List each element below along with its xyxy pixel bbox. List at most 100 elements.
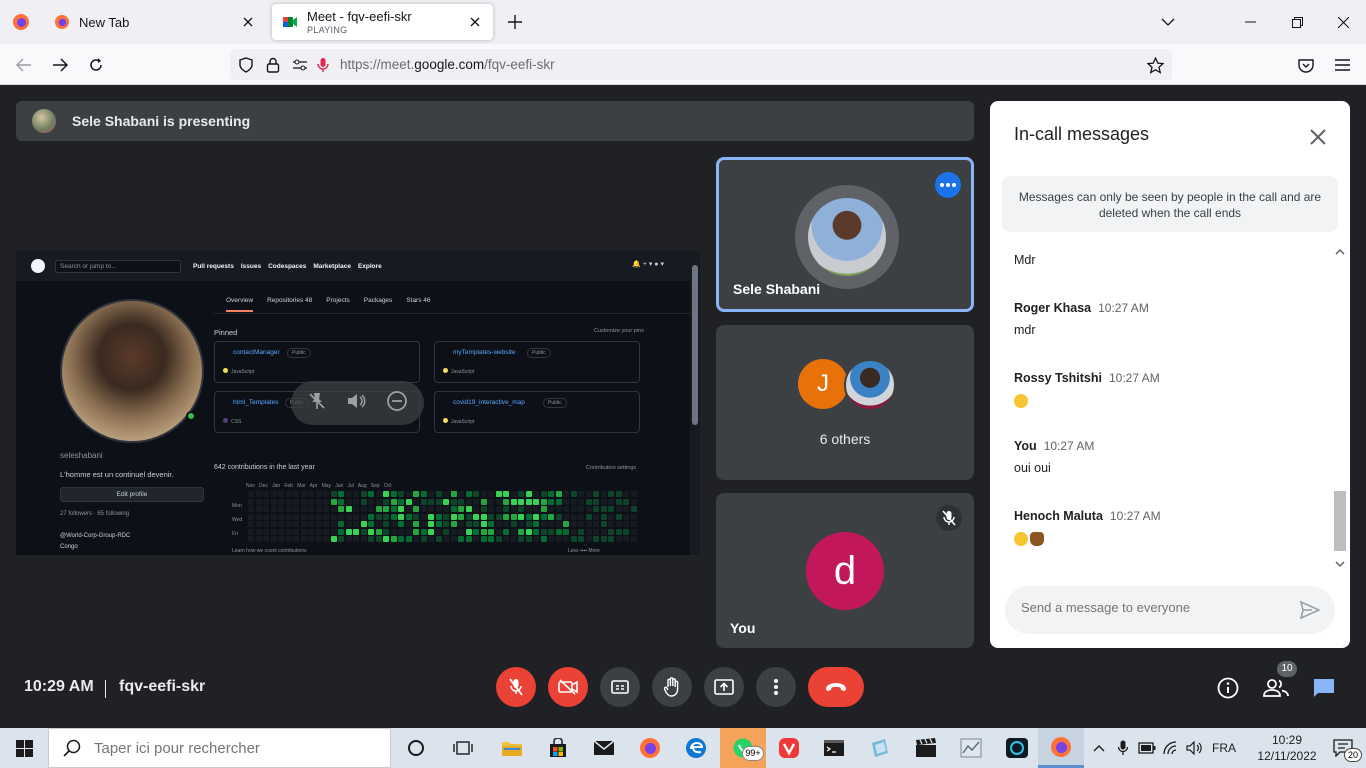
message: Mdr [1014,253,1036,267]
show-hidden-icons-chevron-icon[interactable] [1088,728,1110,768]
taskbar-search-input[interactable] [94,739,384,757]
message-input[interactable] [1021,600,1291,615]
volume-icon[interactable] [346,391,366,416]
minimize-button[interactable] [1238,10,1262,34]
contribution-cell [450,536,457,542]
contribution-cell [443,506,449,512]
send-icon[interactable] [1299,599,1321,621]
contribution-cell [555,521,562,527]
windows-start-icon[interactable] [0,728,48,768]
close-tab-icon[interactable] [240,14,256,30]
chat-icon[interactable] [1311,675,1337,701]
pin-off-icon[interactable] [307,391,327,416]
present-now-button[interactable] [704,667,744,707]
vivaldi-icon[interactable] [766,728,812,768]
video-editor-icon[interactable] [903,728,949,768]
remove-icon[interactable] [386,390,408,417]
contribution-cell [450,521,457,527]
hamburger-menu-icon[interactable] [1331,54,1353,76]
url-text[interactable]: https://meet.google.com/fqv-eefi-skr [340,57,555,72]
lock-icon[interactable] [264,56,282,74]
terminal-icon[interactable] [811,728,857,768]
message-input-box[interactable] [1005,586,1335,634]
shield-icon[interactable] [237,56,255,74]
contribution-cell [330,498,337,505]
meeting-details-icon[interactable] [1215,675,1241,701]
pocket-icon[interactable] [1295,54,1317,76]
contribution-cell [285,491,292,497]
taskbar-search[interactable] [48,728,391,768]
input-language[interactable]: FRA [1208,728,1240,768]
firefox-menu-icon[interactable] [0,0,42,44]
reload-icon[interactable] [85,54,107,76]
people-icon[interactable] [1263,675,1289,701]
firefox-active-taskbar-icon[interactable] [1038,728,1084,768]
contribution-cell [300,498,307,505]
participant-tile-presenter[interactable]: Sele Shabani [716,157,974,312]
contribution-cell [623,521,629,527]
participant-tile-self[interactable]: d You [716,493,974,648]
close-tab-icon[interactable] [467,14,483,30]
url-bar[interactable]: https://meet.google.com/fqv-eefi-skr [230,49,1172,80]
contribution-cell [540,513,547,520]
contribution-cell [563,521,569,527]
more-options-icon[interactable] [935,172,961,198]
message-list[interactable]: Mdr Roger Khasa 10:27 AM mdr Rossy Tshits… [990,241,1350,571]
gaming-app-icon[interactable] [994,728,1040,768]
task-view-icon[interactable] [440,728,486,768]
tab-list-chevron-icon[interactable] [1156,10,1180,34]
battery-icon[interactable] [1136,728,1158,768]
camera-toggle-button[interactable] [548,667,588,707]
contribution-cell [630,513,637,520]
chat-scrollbar[interactable] [1333,245,1346,573]
app-icon[interactable] [857,728,903,768]
mail-icon[interactable] [581,728,627,768]
github-bio: L'homme est un continuel devenir. [60,470,174,479]
tab-playing-label: PLAYING [307,25,348,35]
contribution-cell [495,521,502,527]
new-tab-button[interactable] [503,10,527,34]
mic-toggle-button[interactable] [496,667,536,707]
microsoft-store-icon[interactable] [535,728,581,768]
contribution-cell [390,506,397,512]
raise-hand-button[interactable] [652,667,692,707]
close-window-button[interactable] [1331,10,1355,34]
edge-icon[interactable] [673,728,719,768]
notifications-icon[interactable]: 20 [1320,728,1366,768]
permissions-icon[interactable] [291,56,309,74]
system-monitor-icon[interactable] [948,728,994,768]
contribution-cell [578,491,584,497]
more-options-button[interactable] [756,667,796,707]
github-nav-item: Pull requests [193,262,234,270]
restore-button[interactable] [1285,10,1309,34]
cortana-icon[interactable] [393,728,439,768]
forward-arrow-icon[interactable] [49,54,71,76]
contribution-cell [608,506,614,512]
contribution-cell [548,521,554,527]
firefox-taskbar-icon[interactable] [627,728,673,768]
taskbar-clock[interactable]: 10:29 12/11/2022 [1254,732,1320,764]
message-text: Mdr [1014,253,1036,267]
contribution-cell [263,536,269,542]
file-explorer-icon[interactable] [489,728,535,768]
microphone-active-icon[interactable] [314,56,332,74]
wifi-icon[interactable] [1160,728,1182,768]
tab-new-tab[interactable]: New Tab [44,4,266,40]
volume-tray-icon[interactable] [1184,728,1206,768]
contribution-cell [300,536,307,542]
contribution-cell [585,491,592,497]
chat-scroll-thumb[interactable] [1334,491,1346,551]
whatsapp-icon[interactable]: 99+ [720,728,766,768]
leave-call-button[interactable] [808,667,864,707]
back-arrow-icon[interactable] [13,54,35,76]
microphone-tray-icon[interactable] [1112,728,1134,768]
bookmark-star-icon[interactable] [1146,56,1164,74]
contribution-cell [293,498,299,505]
participant-tile-others[interactable]: J 6 others [716,325,974,480]
contribution-cell [563,506,569,512]
contribution-cell [413,491,419,497]
close-icon[interactable] [1304,123,1332,151]
contribution-graph [248,491,637,542]
captions-button[interactable] [600,667,640,707]
tab-meet[interactable]: Meet - fqv-eefi-skr PLAYING [272,4,493,40]
